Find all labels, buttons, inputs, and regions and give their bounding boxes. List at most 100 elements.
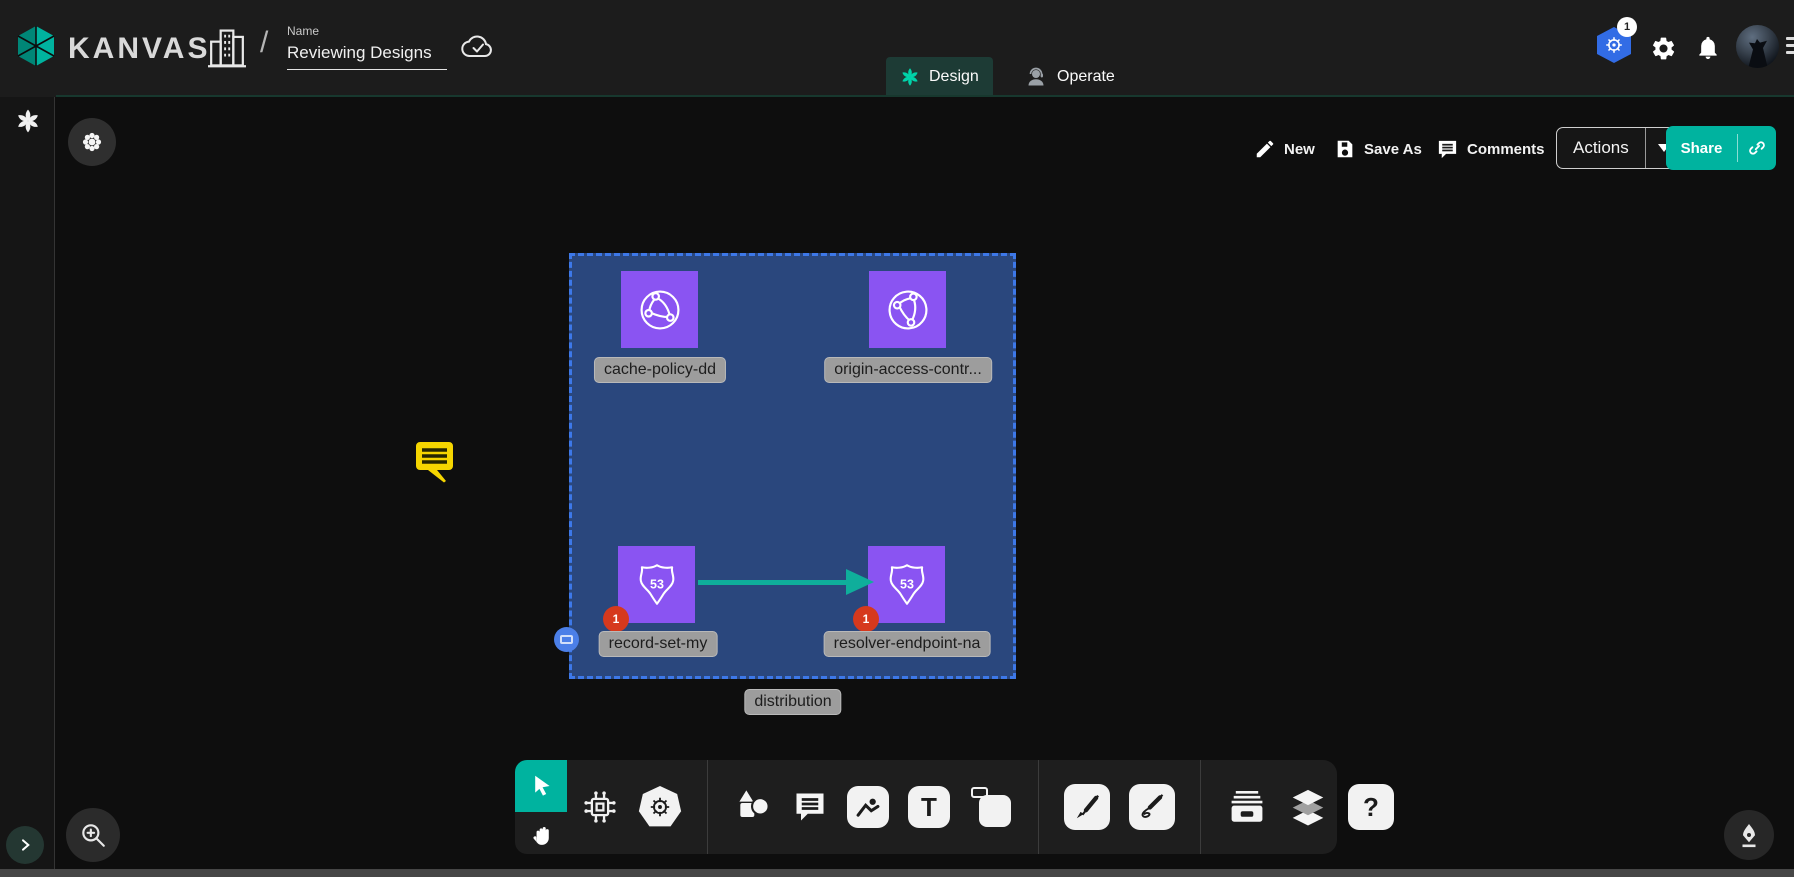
node-label: resolver-endpoint-na [824,631,991,657]
comment-icon [792,789,828,825]
design-tab-icon [900,67,920,87]
settings-gear-icon[interactable] [1650,35,1677,67]
operate-tab-icon [1024,65,1048,89]
cloud-sync-icon[interactable] [460,32,496,67]
comments-button[interactable]: Comments [1436,130,1545,168]
image-icon [854,793,882,821]
app-header: KANVAS / Name Design Operate 1 [0,0,1794,97]
left-sidebar [0,97,55,877]
actions-button[interactable]: Actions [1556,127,1683,169]
route53-shield-icon: 53 [632,560,682,610]
sidebar-expand-button[interactable] [6,826,44,864]
freehand-pen-icon [1137,792,1167,822]
route53-shield-icon: 53 [882,560,932,610]
kubernetes-context-badge[interactable]: 1 [1617,17,1637,37]
drawer-icon [1226,788,1268,826]
tool-comment[interactable] [792,789,828,825]
selection-handle[interactable] [554,627,579,652]
node-error-badge[interactable]: 1 [603,606,629,632]
tool-image[interactable] [847,786,889,828]
bottom-toolbar: T [567,760,1337,854]
hand-icon [528,820,555,847]
flower-gear-icon [80,130,104,154]
canvas-settings-button[interactable] [68,118,116,166]
tool-relationship[interactable] [581,788,619,826]
new-button[interactable]: New [1254,130,1315,168]
design-name-input[interactable] [287,41,447,70]
tool-shapes[interactable] [733,787,773,827]
tab-design[interactable]: Design [886,57,993,97]
save-as-button-label: Save As [1364,141,1422,158]
comment-bubble-icon [413,438,459,486]
kanvas-logo-icon [14,24,58,73]
app-title: KANVAS [68,32,210,66]
layers-icon [1287,786,1329,828]
node-label: cache-policy-dd [594,357,726,383]
breadcrumb-separator: / [260,26,268,60]
share-button[interactable]: Share [1666,126,1776,170]
pen-tool-button[interactable] [1724,810,1774,860]
tab-design-label: Design [929,68,979,86]
comment-icon [1436,138,1459,161]
tool-text[interactable]: T [908,786,950,828]
actions-button-label: Actions [1557,128,1645,168]
shapes-icon [733,787,773,827]
menu-hamburger-icon[interactable] [1786,37,1794,58]
node-cache-policy[interactable] [621,271,698,348]
toolbar-divider [1200,760,1201,854]
toolbar-divider [707,760,708,854]
tool-components-drawer[interactable] [1226,788,1268,826]
tool-freehand-pen[interactable] [1129,784,1175,830]
cloudfront-globe-icon [634,284,686,336]
tool-layers[interactable] [1287,786,1329,828]
comment-marker[interactable] [413,438,459,491]
cloudfront-globe-icon [871,273,944,346]
node-resolver-endpoint[interactable]: 53 [868,546,945,623]
node-error-badge[interactable]: 1 [853,606,879,632]
design-name-field: Name [287,24,449,70]
tool-edge-pen[interactable] [1064,784,1110,830]
design-name-label: Name [287,24,449,38]
tool-note[interactable] [969,785,1013,829]
pencil-icon [1254,138,1276,160]
node-record-set[interactable]: 53 [618,546,695,623]
node-label: origin-access-contr... [824,357,992,383]
floppy-disk-icon [1334,138,1356,160]
node-origin-access-control[interactable] [869,271,946,348]
edge-record-to-resolver[interactable] [698,580,850,585]
svg-text:53: 53 [900,577,914,591]
cursor-arrow-icon [528,773,555,800]
meshery-spiral-icon[interactable] [15,108,41,139]
help-icon: ? [1363,792,1379,823]
edge-arrowhead [846,569,874,595]
canvas-top-border [56,95,1794,97]
save-as-button[interactable]: Save As [1334,130,1422,168]
notifications-bell-icon[interactable] [1695,34,1721,67]
copy-link-button[interactable] [1738,126,1776,170]
new-button-label: New [1284,141,1315,158]
node-label: record-set-my [599,631,718,657]
user-avatar[interactable] [1736,25,1779,68]
text-tool-icon: T [921,792,937,823]
note-icon [979,795,1011,827]
tool-pan[interactable] [515,812,567,854]
tool-help[interactable]: ? [1348,784,1394,830]
edge-pen-icon [1072,792,1102,822]
zoom-in-button[interactable] [66,808,120,862]
kubernetes-wheel-icon [638,786,682,828]
link-icon [1747,138,1767,158]
chip-icon [581,788,619,826]
tool-kubernetes[interactable] [638,786,682,828]
tool-select[interactable] [515,760,567,812]
share-button-label: Share [1666,126,1737,170]
organization-icon[interactable] [208,27,246,74]
chevron-right-icon [17,837,33,853]
svg-text:53: 53 [650,577,664,591]
kanvas-logo[interactable]: KANVAS [14,24,210,73]
group-label: distribution [744,689,841,715]
bottom-edge-strip [0,869,1794,877]
tab-operate[interactable]: Operate [1010,57,1129,97]
tab-operate-label: Operate [1057,68,1115,86]
toolbar-divider [1038,760,1039,854]
comments-button-label: Comments [1467,141,1545,158]
